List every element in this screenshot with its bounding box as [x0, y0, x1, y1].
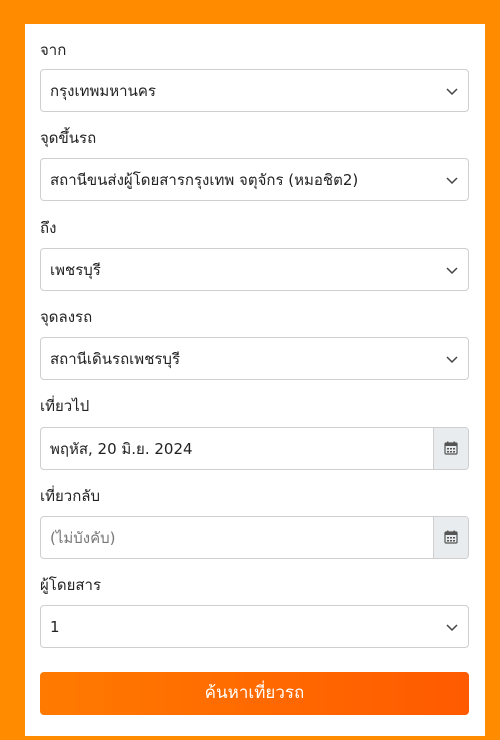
- return-date-input[interactable]: (ไม่บังคับ): [40, 516, 469, 559]
- departure-calendar-button[interactable]: [433, 428, 468, 469]
- passengers-label: ผู้โดยสาร: [40, 576, 102, 594]
- passengers-value: 1: [50, 618, 60, 636]
- chevron-down-icon: [446, 177, 458, 185]
- return-date-placeholder: (ไม่บังคับ): [50, 529, 116, 547]
- dropoff-point-label: จุดลงรถ: [40, 308, 93, 326]
- chevron-down-icon: [446, 267, 458, 275]
- boarding-point-select[interactable]: สถานีขนส่งผู้โดยสารกรุงเทพ จตุจักร (หมอช…: [40, 158, 469, 201]
- return-label: เที่ยวกลับ: [40, 487, 101, 505]
- origin-label: จาก: [40, 41, 67, 59]
- origin-value: กรุงเทพมหานคร: [50, 82, 156, 100]
- departure-date-value: พฤหัส, 20 มิ.ย. 2024: [50, 440, 193, 458]
- search-form-card: จาก กรุงเทพมหานคร จุดขึ้นรถ สถานีขนส่งผู…: [25, 24, 485, 736]
- search-trips-button[interactable]: ค้นหาเที่ยวรถ: [40, 672, 469, 715]
- return-calendar-button[interactable]: [433, 517, 468, 558]
- destination-label: ถึง: [40, 219, 57, 237]
- departure-date-input[interactable]: พฤหัส, 20 มิ.ย. 2024: [40, 427, 469, 470]
- chevron-down-icon: [446, 624, 458, 632]
- departure-label: เที่ยวไป: [40, 397, 90, 415]
- chevron-down-icon: [446, 88, 458, 96]
- dropoff-point-value: สถานีเดินรถเพชรบุรี: [50, 350, 181, 368]
- destination-select[interactable]: เพชรบุรี: [40, 248, 469, 291]
- origin-select[interactable]: กรุงเทพมหานคร: [40, 69, 469, 112]
- passengers-select[interactable]: 1: [40, 605, 469, 648]
- dropoff-point-select[interactable]: สถานีเดินรถเพชรบุรี: [40, 337, 469, 380]
- chevron-down-icon: [446, 356, 458, 364]
- boarding-point-value: สถานีขนส่งผู้โดยสารกรุงเทพ จตุจักร (หมอช…: [50, 171, 359, 189]
- calendar-icon: [444, 530, 458, 544]
- calendar-icon: [444, 441, 458, 455]
- destination-value: เพชรบุรี: [50, 261, 101, 279]
- boarding-point-label: จุดขึ้นรถ: [40, 129, 97, 147]
